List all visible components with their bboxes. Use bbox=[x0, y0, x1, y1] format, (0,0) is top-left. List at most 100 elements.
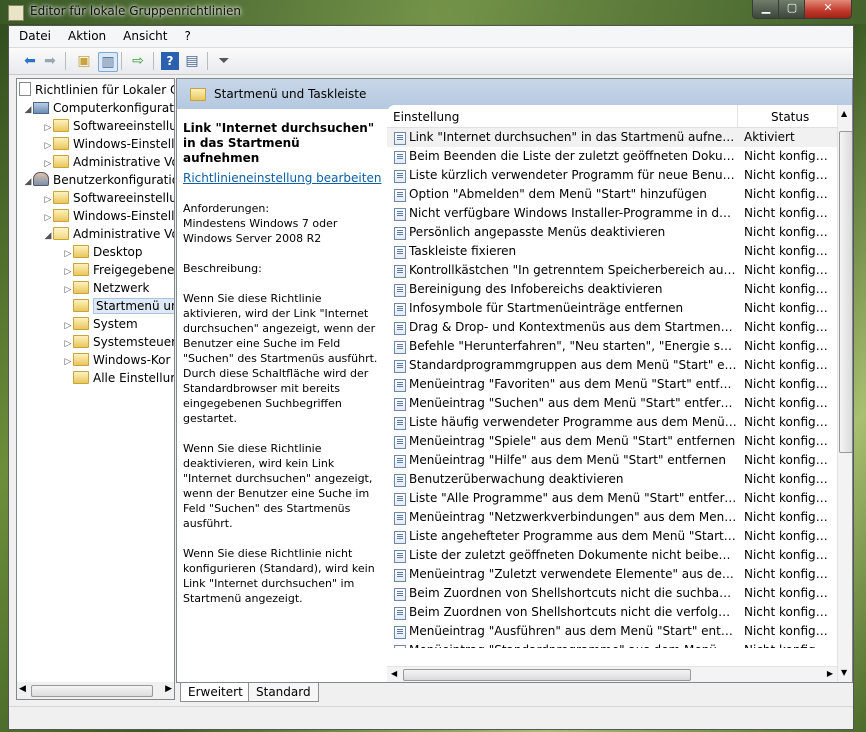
table-row[interactable]: Persönlich angepasste Menüs deaktivieren… bbox=[387, 223, 837, 242]
scroll-left-icon[interactable]: ◀ bbox=[391, 669, 397, 678]
table-row[interactable]: Menüeintrag "Spiele" aus dem Menü "Start… bbox=[387, 432, 837, 451]
tree-item-system[interactable]: ▷ System bbox=[63, 315, 138, 333]
folder-icon bbox=[53, 119, 69, 132]
tree-item-computer-config[interactable]: ◢ Computerkonfigurati bbox=[23, 99, 174, 119]
setting-name: Liste angehefteter Programme aus dem Men… bbox=[409, 529, 737, 543]
list-horizontal-scrollbar[interactable]: ◀ ▶ bbox=[387, 666, 837, 682]
table-row[interactable]: Liste häufig verwendeter Programme aus d… bbox=[387, 413, 837, 432]
menu-action[interactable]: Aktion bbox=[58, 26, 113, 43]
expand-arrow-icon[interactable]: ◢ bbox=[23, 101, 33, 119]
folder-open-icon bbox=[53, 227, 69, 240]
tree-item-admin-templates[interactable]: ▷ Administrative Vo bbox=[43, 153, 174, 171]
expand-arrow-icon[interactable]: ◢ bbox=[43, 227, 53, 245]
table-row[interactable]: Beim Zuordnen von Shellshortcuts nicht d… bbox=[387, 584, 837, 603]
tree-item-control-panel[interactable]: ▷ Systemsteuer bbox=[63, 333, 174, 351]
scroll-up-icon[interactable]: ▲ bbox=[841, 109, 847, 118]
column-divider[interactable] bbox=[737, 105, 738, 127]
policy-setting-icon bbox=[394, 151, 406, 164]
policy-setting-icon bbox=[394, 360, 406, 373]
properties-icon[interactable]: ▤ bbox=[183, 52, 201, 70]
table-row[interactable]: Menüeintrag "Suchen" aus dem Menü "Start… bbox=[387, 394, 837, 413]
tree-item-admin-templates[interactable]: ◢ Administrative Vo bbox=[43, 225, 174, 245]
tree-horizontal-scrollbar[interactable]: ◀ ▶ bbox=[16, 682, 175, 700]
up-folder-icon[interactable]: ▣ bbox=[75, 52, 93, 70]
expand-arrow-icon[interactable]: ◢ bbox=[23, 173, 33, 191]
table-row[interactable]: Liste "Alle Programme" aus dem Menü "Sta… bbox=[387, 489, 837, 508]
menu-file[interactable]: Datei bbox=[9, 26, 58, 43]
column-header-status[interactable]: Status bbox=[771, 110, 809, 124]
table-row[interactable]: Menüeintrag "Zuletzt verwendete Elemente… bbox=[387, 565, 837, 584]
tree-item-shared-folders[interactable]: ▷ Freigegebene bbox=[63, 261, 174, 279]
policy-doc-icon bbox=[19, 82, 31, 96]
show-tree-icon[interactable]: ▥ bbox=[98, 52, 118, 72]
table-row[interactable]: Nicht verfügbare Windows Installer-Progr… bbox=[387, 204, 837, 223]
table-row[interactable]: Link "Internet durchsuchen" in das Start… bbox=[387, 128, 837, 147]
requirements-text: Anforderungen: Mindestens Windows 7 oder… bbox=[183, 202, 338, 245]
table-row[interactable]: Standardprogrammgruppen aus dem Menü "St… bbox=[387, 356, 837, 375]
tree-item-desktop[interactable]: ▷ Desktop bbox=[63, 243, 143, 261]
tree-item-windows-components[interactable]: ▷ Windows-Kor bbox=[63, 351, 170, 369]
setting-name: Menüeintrag "Zuletzt verwendete Elemente… bbox=[409, 567, 737, 581]
setting-name: Menüeintrag "Spiele" aus dem Menü "Start… bbox=[409, 434, 736, 448]
table-row[interactable]: Befehle "Herunterfahren", "Neu starten",… bbox=[387, 337, 837, 356]
tab-extended[interactable]: Erweitert bbox=[180, 683, 251, 702]
list-vertical-scrollbar[interactable]: ▲ ▼ bbox=[837, 105, 852, 682]
table-row[interactable]: Beim Beenden die Liste der zuletzt geöff… bbox=[387, 147, 837, 166]
tab-standard[interactable]: Standard bbox=[248, 683, 319, 702]
scroll-thumb[interactable] bbox=[403, 669, 691, 681]
table-row[interactable]: Menüeintrag "Favoriten" aus dem Menü "St… bbox=[387, 375, 837, 394]
help-icon[interactable]: ? bbox=[161, 52, 179, 70]
table-row[interactable]: Beim Zuordnen von Shellshortcuts nicht d… bbox=[387, 603, 837, 622]
tree-item-root[interactable]: Richtlinien für Lokaler Co bbox=[19, 81, 174, 99]
scroll-right-icon[interactable]: ▶ bbox=[827, 669, 833, 678]
table-row[interactable]: Menüeintrag "Netzwerkverbindungen" aus d… bbox=[387, 508, 837, 527]
tree-item-network[interactable]: ▷ Netzwerk bbox=[63, 279, 149, 297]
table-row[interactable]: Menüeintrag "Hilfe" aus dem Menü "Start"… bbox=[387, 451, 837, 470]
setting-name: Liste häufig verwendeter Programme aus d… bbox=[409, 415, 737, 429]
scroll-thumb[interactable] bbox=[31, 685, 153, 697]
table-row[interactable]: Option "Abmelden" dem Menü "Start" hinzu… bbox=[387, 185, 837, 204]
scroll-thumb[interactable] bbox=[839, 131, 852, 453]
filter-icon[interactable]: ⏷ bbox=[215, 52, 233, 70]
menu-help[interactable]: ? bbox=[174, 26, 197, 43]
forward-arrow-icon[interactable]: ➡ bbox=[41, 52, 59, 70]
tree-item-windows-settings[interactable]: ▷ Windows-Einstell bbox=[43, 135, 174, 153]
setting-name: Liste der zuletzt geöffneten Dokumente n… bbox=[409, 548, 737, 562]
setting-status: Nicht konfigur... bbox=[744, 510, 834, 524]
table-row[interactable]: Taskleiste fixieren Nicht konfigur... bbox=[387, 242, 837, 261]
table-row[interactable]: Infosymbole für Startmenüeinträge entfer… bbox=[387, 299, 837, 318]
scroll-left-icon[interactable]: ◀ bbox=[19, 684, 26, 694]
table-row[interactable]: Kontrollkästchen "In getrenntem Speicher… bbox=[387, 261, 837, 280]
title-bar[interactable]: Editor für lokale Gruppenrichtlinien ▁ ▢… bbox=[0, 0, 866, 24]
tree-item-software-settings[interactable]: ▷ Softwareeinstellu bbox=[43, 189, 174, 207]
back-arrow-icon[interactable]: ⬅ bbox=[21, 52, 39, 70]
table-row[interactable]: Liste der zuletzt geöffneten Dokumente n… bbox=[387, 546, 837, 565]
table-row[interactable]: Drag & Drop- und Kontextmenüs aus dem St… bbox=[387, 318, 837, 337]
column-header-setting[interactable]: Einstellung bbox=[393, 110, 459, 124]
scroll-down-icon[interactable]: ▼ bbox=[841, 668, 847, 677]
table-row[interactable]: Liste kürzlich verwendeter Programm für … bbox=[387, 166, 837, 185]
table-row[interactable]: Menüeintrag "Ausführen" aus dem Menü "St… bbox=[387, 622, 837, 641]
minimize-button[interactable]: ▁ bbox=[752, 0, 780, 19]
setting-name: Nicht verfügbare Windows Installer-Progr… bbox=[409, 206, 737, 220]
edit-policy-link[interactable]: Richtlinieneinstellung bearbeiten bbox=[183, 171, 381, 185]
maximize-button[interactable]: ▢ bbox=[778, 0, 806, 19]
setting-status: Nicht konfigur... bbox=[744, 415, 834, 429]
policy-setting-icon bbox=[394, 417, 406, 430]
tree-item-all-settings[interactable]: Alle Einstellur bbox=[63, 369, 174, 387]
tree-item-user-config[interactable]: ◢ Benutzerkonfiguratio bbox=[23, 171, 174, 191]
tree-item-software-settings[interactable]: ▷ Softwareeinstellu bbox=[43, 117, 174, 135]
setting-status: Nicht konfigur... bbox=[744, 453, 834, 467]
setting-name: Liste "Alle Programme" aus dem Menü "Sta… bbox=[409, 491, 737, 505]
export-list-icon[interactable]: ⇨ bbox=[129, 52, 147, 70]
tree-item-windows-settings[interactable]: ▷ Windows-Einstell bbox=[43, 207, 174, 225]
tree-item-start-menu[interactable]: Startmenü un bbox=[63, 297, 174, 315]
table-row[interactable]: Benutzerüberwachung deaktivieren Nicht ko… bbox=[387, 470, 837, 489]
table-row[interactable]: Menüeintrag "Standardprogramme" aus dem … bbox=[387, 641, 837, 648]
folder-icon bbox=[53, 155, 69, 168]
scroll-right-icon[interactable]: ▶ bbox=[165, 684, 172, 694]
table-row[interactable]: Bereinigung des Infobereichs deaktiviere… bbox=[387, 280, 837, 299]
close-button[interactable]: ✕ bbox=[804, 0, 852, 19]
menu-view[interactable]: Ansicht bbox=[113, 26, 174, 43]
table-row[interactable]: Liste angehefteter Programme aus dem Men… bbox=[387, 527, 837, 546]
